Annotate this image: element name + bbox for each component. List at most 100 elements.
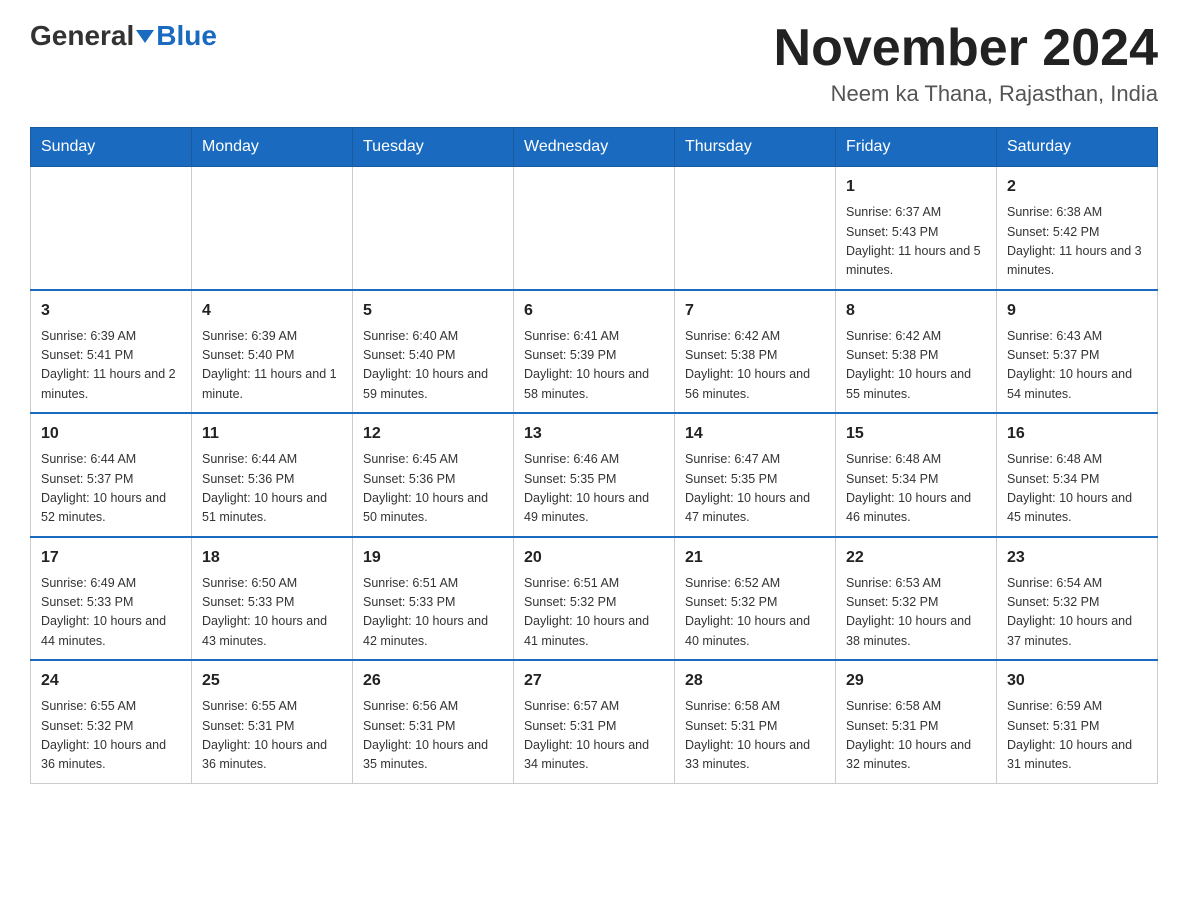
day-info: Sunrise: 6:44 AMSunset: 5:36 PMDaylight:… <box>202 450 342 528</box>
weekday-header-row: SundayMondayTuesdayWednesdayThursdayFrid… <box>31 128 1158 167</box>
day-number: 23 <box>1007 546 1147 570</box>
title-area: November 2024 Neem ka Thana, Rajasthan, … <box>774 20 1158 107</box>
day-number: 6 <box>524 299 664 323</box>
calendar-cell: 18 Sunrise: 6:50 AMSunset: 5:33 PMDayligh… <box>192 537 353 661</box>
day-info: Sunrise: 6:47 AMSunset: 5:35 PMDaylight:… <box>685 450 825 528</box>
day-number: 11 <box>202 422 342 446</box>
day-number: 12 <box>363 422 503 446</box>
calendar-cell <box>192 167 353 290</box>
day-info: Sunrise: 6:43 AMSunset: 5:37 PMDaylight:… <box>1007 327 1147 405</box>
day-info: Sunrise: 6:45 AMSunset: 5:36 PMDaylight:… <box>363 450 503 528</box>
logo-area: General Blue <box>30 20 217 52</box>
calendar-cell: 6Sunrise: 6:41 AMSunset: 5:39 PMDaylight… <box>514 290 675 414</box>
calendar-cell <box>675 167 836 290</box>
day-info: Sunrise: 6:56 AMSunset: 5:31 PMDaylight:… <box>363 697 503 775</box>
calendar-cell: 14 Sunrise: 6:47 AMSunset: 5:35 PMDayligh… <box>675 413 836 537</box>
day-info: Sunrise: 6:59 AMSunset: 5:31 PMDaylight:… <box>1007 697 1147 775</box>
day-number: 3 <box>41 299 181 323</box>
calendar-row-4: 24 Sunrise: 6:55 AMSunset: 5:32 PMDayligh… <box>31 660 1158 783</box>
calendar-cell: 27 Sunrise: 6:57 AMSunset: 5:31 PMDayligh… <box>514 660 675 783</box>
calendar-cell: 24 Sunrise: 6:55 AMSunset: 5:32 PMDayligh… <box>31 660 192 783</box>
calendar-cell: 28Sunrise: 6:58 AMSunset: 5:31 PMDayligh… <box>675 660 836 783</box>
day-info: Sunrise: 6:39 AMSunset: 5:41 PMDaylight:… <box>41 327 181 405</box>
logo-blue-text: Blue <box>156 20 217 52</box>
calendar-cell: 15Sunrise: 6:48 AMSunset: 5:34 PMDayligh… <box>836 413 997 537</box>
weekday-header-monday: Monday <box>192 128 353 167</box>
day-info: Sunrise: 6:42 AMSunset: 5:38 PMDaylight:… <box>685 327 825 405</box>
calendar-cell: 7 Sunrise: 6:42 AMSunset: 5:38 PMDaylight… <box>675 290 836 414</box>
day-info: Sunrise: 6:46 AMSunset: 5:35 PMDaylight:… <box>524 450 664 528</box>
day-info: Sunrise: 6:52 AMSunset: 5:32 PMDaylight:… <box>685 574 825 652</box>
calendar-cell: 4 Sunrise: 6:39 AMSunset: 5:40 PMDaylight… <box>192 290 353 414</box>
day-info: Sunrise: 6:57 AMSunset: 5:31 PMDaylight:… <box>524 697 664 775</box>
day-number: 22 <box>846 546 986 570</box>
calendar-cell: 21 Sunrise: 6:52 AMSunset: 5:32 PMDayligh… <box>675 537 836 661</box>
day-number: 10 <box>41 422 181 446</box>
calendar-cell: 23 Sunrise: 6:54 AMSunset: 5:32 PMDayligh… <box>997 537 1158 661</box>
calendar-cell: 22 Sunrise: 6:53 AMSunset: 5:32 PMDayligh… <box>836 537 997 661</box>
day-number: 15 <box>846 422 986 446</box>
day-info: Sunrise: 6:38 AMSunset: 5:42 PMDaylight:… <box>1007 203 1147 281</box>
day-number: 8 <box>846 299 986 323</box>
day-number: 7 <box>685 299 825 323</box>
weekday-header-tuesday: Tuesday <box>353 128 514 167</box>
day-number: 27 <box>524 669 664 693</box>
calendar-cell: 17 Sunrise: 6:49 AMSunset: 5:33 PMDayligh… <box>31 537 192 661</box>
day-number: 17 <box>41 546 181 570</box>
day-number: 5 <box>363 299 503 323</box>
day-number: 14 <box>685 422 825 446</box>
page-subtitle: Neem ka Thana, Rajasthan, India <box>774 81 1158 107</box>
day-number: 4 <box>202 299 342 323</box>
calendar-cell <box>31 167 192 290</box>
day-number: 21 <box>685 546 825 570</box>
calendar-row-1: 3 Sunrise: 6:39 AMSunset: 5:41 PMDaylight… <box>31 290 1158 414</box>
calendar-cell: 26 Sunrise: 6:56 AMSunset: 5:31 PMDayligh… <box>353 660 514 783</box>
calendar-cell: 9Sunrise: 6:43 AMSunset: 5:37 PMDaylight… <box>997 290 1158 414</box>
logo: General Blue <box>30 20 217 52</box>
day-info: Sunrise: 6:39 AMSunset: 5:40 PMDaylight:… <box>202 327 342 405</box>
day-number: 13 <box>524 422 664 446</box>
calendar-cell: 5Sunrise: 6:40 AMSunset: 5:40 PMDaylight… <box>353 290 514 414</box>
calendar-cell: 25Sunrise: 6:55 AMSunset: 5:31 PMDayligh… <box>192 660 353 783</box>
logo-blue-part: Blue <box>134 20 217 52</box>
day-info: Sunrise: 6:44 AMSunset: 5:37 PMDaylight:… <box>41 450 181 528</box>
calendar-cell: 12 Sunrise: 6:45 AMSunset: 5:36 PMDayligh… <box>353 413 514 537</box>
day-number: 18 <box>202 546 342 570</box>
day-number: 25 <box>202 669 342 693</box>
calendar-cell: 29Sunrise: 6:58 AMSunset: 5:31 PMDayligh… <box>836 660 997 783</box>
weekday-header-sunday: Sunday <box>31 128 192 167</box>
weekday-header-saturday: Saturday <box>997 128 1158 167</box>
day-info: Sunrise: 6:58 AMSunset: 5:31 PMDaylight:… <box>685 697 825 775</box>
day-info: Sunrise: 6:42 AMSunset: 5:38 PMDaylight:… <box>846 327 986 405</box>
weekday-header-wednesday: Wednesday <box>514 128 675 167</box>
calendar-cell: 11 Sunrise: 6:44 AMSunset: 5:36 PMDayligh… <box>192 413 353 537</box>
day-info: Sunrise: 6:48 AMSunset: 5:34 PMDaylight:… <box>1007 450 1147 528</box>
calendar-cell: 19 Sunrise: 6:51 AMSunset: 5:33 PMDayligh… <box>353 537 514 661</box>
day-info: Sunrise: 6:55 AMSunset: 5:32 PMDaylight:… <box>41 697 181 775</box>
day-number: 1 <box>846 175 986 199</box>
day-number: 19 <box>363 546 503 570</box>
triangle-icon <box>136 30 154 43</box>
calendar-row-3: 17 Sunrise: 6:49 AMSunset: 5:33 PMDayligh… <box>31 537 1158 661</box>
day-info: Sunrise: 6:50 AMSunset: 5:33 PMDaylight:… <box>202 574 342 652</box>
day-info: Sunrise: 6:53 AMSunset: 5:32 PMDaylight:… <box>846 574 986 652</box>
day-number: 2 <box>1007 175 1147 199</box>
day-number: 16 <box>1007 422 1147 446</box>
day-number: 20 <box>524 546 664 570</box>
page-title: November 2024 <box>774 20 1158 77</box>
calendar-cell: 13 Sunrise: 6:46 AMSunset: 5:35 PMDayligh… <box>514 413 675 537</box>
calendar-cell: 8 Sunrise: 6:42 AMSunset: 5:38 PMDaylight… <box>836 290 997 414</box>
day-number: 29 <box>846 669 986 693</box>
calendar-row-2: 10 Sunrise: 6:44 AMSunset: 5:37 PMDayligh… <box>31 413 1158 537</box>
logo-general-text: General <box>30 20 134 52</box>
calendar-cell: 3 Sunrise: 6:39 AMSunset: 5:41 PMDaylight… <box>31 290 192 414</box>
day-number: 24 <box>41 669 181 693</box>
day-number: 26 <box>363 669 503 693</box>
day-info: Sunrise: 6:51 AMSunset: 5:33 PMDaylight:… <box>363 574 503 652</box>
day-info: Sunrise: 6:37 AMSunset: 5:43 PMDaylight:… <box>846 203 986 281</box>
day-info: Sunrise: 6:54 AMSunset: 5:32 PMDaylight:… <box>1007 574 1147 652</box>
day-info: Sunrise: 6:49 AMSunset: 5:33 PMDaylight:… <box>41 574 181 652</box>
calendar-cell <box>514 167 675 290</box>
calendar-cell: 1 Sunrise: 6:37 AMSunset: 5:43 PMDaylight… <box>836 167 997 290</box>
calendar-row-0: 1 Sunrise: 6:37 AMSunset: 5:43 PMDaylight… <box>31 167 1158 290</box>
